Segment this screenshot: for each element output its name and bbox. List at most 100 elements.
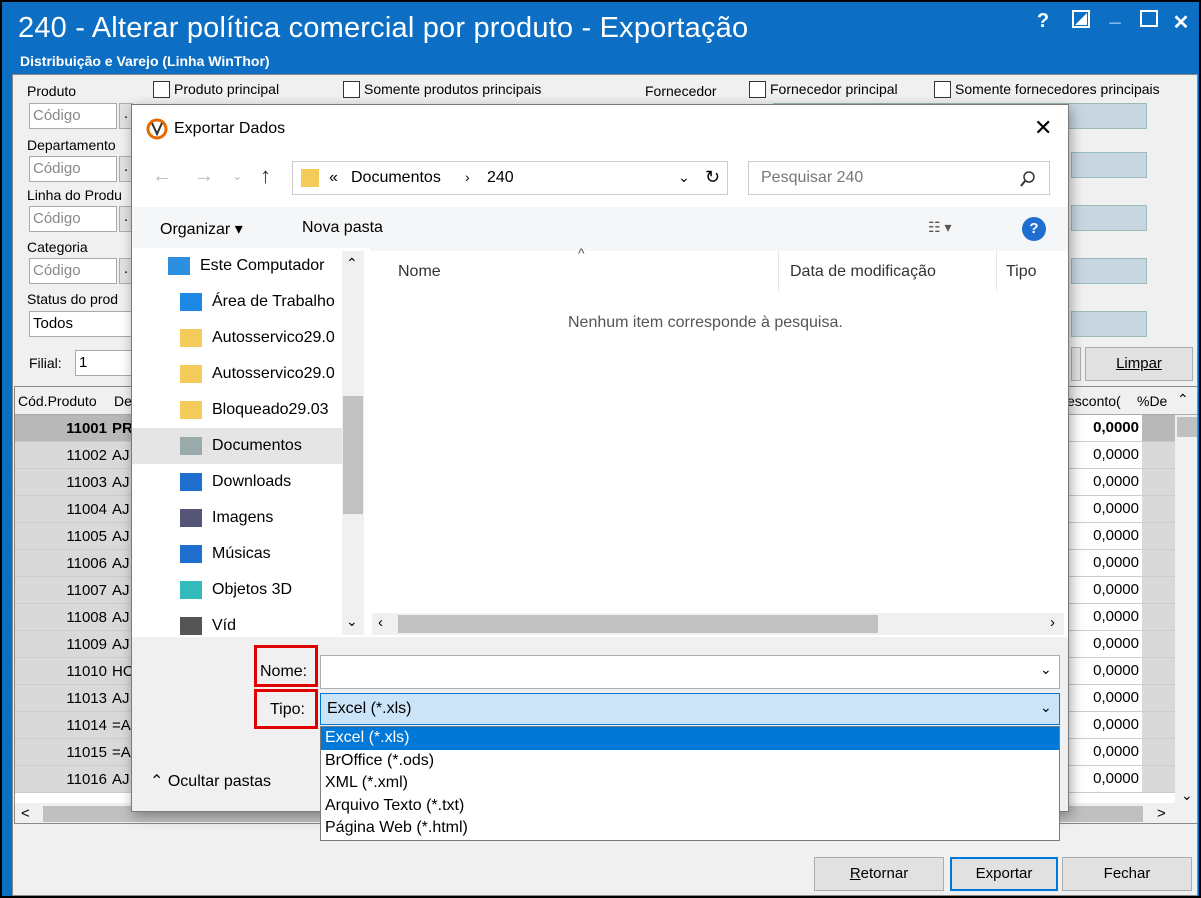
file-list-header: Nome ^ Data de modificação Tipo (372, 245, 1064, 293)
linha-codigo-input[interactable]: Código (29, 206, 117, 232)
view-options-icon[interactable]: ☷ ▾ (928, 219, 951, 236)
nome-input[interactable] (320, 655, 1060, 689)
tipo-option-ods[interactable]: BrOffice (*.ods) (321, 750, 1059, 773)
fornecedor-principal-checkbox[interactable] (749, 81, 766, 98)
cell-codigo: 11004 (66, 501, 107, 518)
address-dropdown-icon[interactable]: ⌄ (678, 169, 690, 186)
grid-vscrollbar[interactable]: ⌄ (1175, 415, 1197, 805)
somente-principais-checkbox[interactable] (343, 81, 360, 98)
nav-scrollbar[interactable]: ⌃ ⌄ (342, 251, 364, 635)
tipo-select[interactable]: Excel (*.xls) (320, 693, 1060, 725)
folder-icon (301, 169, 319, 187)
cell-codigo: 11014 (66, 717, 107, 734)
nav-item-label: Bloqueado29.03 (212, 401, 329, 418)
nav-item[interactable]: Documentos (132, 428, 342, 464)
scroll-up-icon[interactable]: ⌃ (1177, 391, 1189, 408)
tipo-dropdown-icon[interactable]: ⌄ (1040, 699, 1052, 716)
dialog-close-icon[interactable]: ✕ (1034, 115, 1052, 141)
breadcrumb-prefix: « (329, 169, 338, 186)
nav-item[interactable]: Downloads (132, 464, 342, 500)
nav-scroll-down-icon[interactable]: ⌄ (346, 613, 358, 630)
col-nome-header[interactable]: Nome (398, 263, 441, 281)
nav-item-label: Área de Trabalho (212, 293, 335, 310)
tipo-option-xml[interactable]: XML (*.xml) (321, 772, 1059, 795)
pesquisar-button[interactable] (1071, 347, 1081, 381)
file-hscrollbar[interactable]: ‹ › (372, 613, 1064, 635)
folder-icon (180, 401, 202, 419)
categoria-desc-field (1071, 258, 1147, 284)
cell-desc: AJ (112, 690, 130, 707)
nova-pasta-button[interactable]: Nova pasta (302, 219, 383, 237)
nav-item-label: Downloads (212, 473, 292, 490)
nav-item[interactable]: Músicas (132, 536, 342, 572)
up-icon[interactable]: ↑ (260, 163, 271, 189)
exportar-button[interactable]: Exportar (950, 857, 1058, 891)
maximize-icon[interactable] (1136, 10, 1162, 34)
status-select[interactable]: Todos (29, 311, 139, 337)
nav-item-label: Autosservico29.0 (212, 365, 335, 382)
fornecedor-label: Fornecedor (645, 83, 717, 99)
ocultar-pastas-button[interactable]: ⌃ Ocultar pastas (150, 771, 271, 791)
departamento-codigo-input[interactable]: Código (29, 156, 117, 182)
col-tipo-header[interactable]: Tipo (1006, 263, 1037, 281)
categoria-codigo-input[interactable]: Código (29, 258, 117, 284)
nav-item[interactable]: Este Computador (132, 248, 342, 284)
cell-desc: =A (112, 744, 131, 761)
close-window-button[interactable]: ✕ (1168, 10, 1194, 35)
nav-scroll-up-icon[interactable]: ⌃ (346, 255, 358, 272)
organizar-button[interactable]: Organizar ▾ (160, 219, 243, 239)
file-hscroll-thumb[interactable] (398, 615, 878, 633)
nav-scroll-thumb[interactable] (343, 396, 363, 514)
file-scroll-left-icon[interactable]: ‹ (378, 614, 383, 631)
back-icon[interactable]: ← (152, 165, 172, 188)
nav-item[interactable]: Autosservico29.0 (132, 320, 342, 356)
retornar-button[interactable]: Retornar (814, 857, 944, 891)
col-data-header[interactable]: Data de modificação (790, 263, 936, 281)
address-bar[interactable]: « Documentos › 240 ⌄ ↻ (292, 161, 728, 195)
scroll-left-icon[interactable]: < (21, 805, 30, 822)
scroll-down-icon[interactable]: ⌄ (1181, 787, 1193, 804)
desktop-icon (180, 293, 202, 311)
produto-principal-checkbox[interactable] (153, 81, 170, 98)
cell-desconto: 0,0000 (1067, 604, 1142, 630)
col-pdesc-header[interactable]: %De (1137, 393, 1171, 409)
fechar-button[interactable]: Fechar (1062, 857, 1192, 891)
documents-icon (180, 437, 202, 455)
tipo-dropdown-list: Excel (*.xls) BrOffice (*.ods) XML (*.xm… (320, 726, 1060, 841)
tipo-option-xls[interactable]: Excel (*.xls) (321, 727, 1059, 750)
search-input[interactable]: Pesquisar 240 (748, 161, 1050, 195)
nav-item[interactable]: Área de Trabalho (132, 284, 342, 320)
nav-item[interactable]: Autosservico29.0 (132, 356, 342, 392)
recent-dropdown-icon[interactable]: ⌄ (232, 169, 242, 183)
forward-icon[interactable]: → (194, 165, 214, 188)
ocultar-label: Ocultar pastas (167, 773, 272, 790)
nome-dropdown-icon[interactable]: ⌄ (1040, 661, 1052, 678)
col-desconto-header[interactable]: esconto( (1067, 393, 1137, 409)
filial-input[interactable]: 1 (75, 350, 135, 376)
help-icon[interactable]: ? (1022, 217, 1046, 241)
col-codigo-header[interactable]: Cód.Produto (18, 393, 110, 409)
limpar-button[interactable]: Limpar (1085, 347, 1193, 381)
videos-icon (180, 617, 202, 635)
breadcrumb-240[interactable]: 240 (487, 169, 514, 187)
tipo-option-txt[interactable]: Arquivo Texto (*.txt) (321, 795, 1059, 818)
breadcrumb-documentos[interactable]: Documentos (351, 169, 441, 187)
restore-icon[interactable] (1068, 10, 1094, 34)
nav-item[interactable]: Imagens (132, 500, 342, 536)
minimize-icon[interactable]: _ (1102, 4, 1128, 27)
grid-vscroll-thumb[interactable] (1177, 417, 1197, 437)
refresh-icon[interactable]: ↻ (705, 167, 720, 188)
downloads-icon (180, 473, 202, 491)
col-desc-header[interactable]: De (114, 393, 132, 409)
produto-codigo-input[interactable]: Código (29, 103, 117, 129)
somente-fornecedores-checkbox[interactable] (934, 81, 951, 98)
scroll-right-icon[interactable]: > (1157, 805, 1166, 822)
computer-icon (168, 257, 190, 275)
help-button[interactable]: ? (1030, 10, 1056, 33)
nav-item[interactable]: Bloqueado29.03 (132, 392, 342, 428)
nav-item[interactable]: Objetos 3D (132, 572, 342, 608)
file-scroll-right-icon[interactable]: › (1050, 614, 1055, 631)
tipo-option-html[interactable]: Página Web (*.html) (321, 817, 1059, 840)
header-divider (778, 251, 779, 291)
cell-desconto: 0,0000 (1067, 577, 1142, 603)
